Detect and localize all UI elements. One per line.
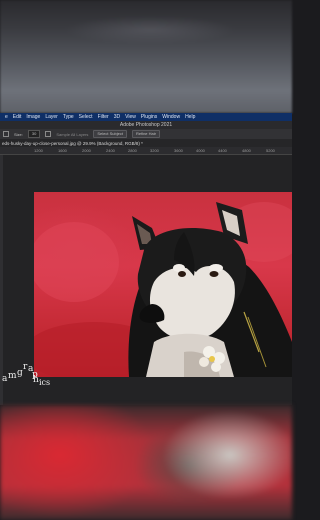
menu-item-file[interactable]: e	[5, 114, 8, 120]
select-subject-button[interactable]: Select Subject	[93, 130, 127, 138]
ruler-tick: 1200	[34, 148, 43, 153]
menu-item-help[interactable]: Help	[185, 114, 195, 120]
menu-item-edit[interactable]: Edit	[13, 114, 22, 120]
menu-item-layer[interactable]: Layer	[45, 114, 58, 120]
ruler-tick: 2400	[106, 148, 115, 153]
window-title: Adobe Photoshop 2021	[119, 122, 173, 128]
ruler-tick: 4400	[218, 148, 227, 153]
document-tab-label: eds-husky-day-up-close-personal.jpg @ 29…	[2, 140, 143, 146]
ruler-tick: 3600	[174, 148, 183, 153]
menu-item-window[interactable]: Window	[162, 114, 180, 120]
brush-icon[interactable]	[3, 131, 9, 137]
size-field[interactable]: 30	[27, 130, 41, 138]
options-bar: Size: 30 Sample All Layers Select Subjec…	[0, 129, 292, 139]
menu-bar: e Edit Image Layer Type Select Filter 3D…	[0, 113, 292, 121]
ruler-tick: 2800	[128, 148, 137, 153]
menu-item-3d[interactable]: 3D	[114, 114, 120, 120]
menu-item-select[interactable]: Select	[79, 114, 93, 120]
ruler-tick: 3200	[150, 148, 159, 153]
watermark-letter: m	[8, 371, 17, 381]
ruler-tick: 1600	[58, 148, 67, 153]
ruler-tick: 4000	[196, 148, 205, 153]
blurred-top-background	[0, 0, 292, 113]
angle-icon[interactable]	[45, 131, 52, 137]
window-title-bar: Adobe Photoshop 2021	[0, 121, 292, 129]
horizontal-ruler: 1200 1600 2000 2400 2800 3200 3600 4000 …	[0, 147, 292, 155]
menu-item-image[interactable]: Image	[26, 114, 40, 120]
refine-hair-button[interactable]: Refine Hair	[131, 130, 160, 138]
size-label: Size:	[14, 131, 23, 137]
document-canvas[interactable]	[34, 192, 292, 377]
menu-item-view[interactable]: View	[125, 114, 136, 120]
watermark-letter: h	[33, 375, 39, 385]
husky-photo	[34, 202, 292, 377]
menu-item-type[interactable]: Type	[63, 114, 74, 120]
watermark-letter: a	[2, 374, 8, 384]
menu-item-filter[interactable]: Filter	[98, 114, 109, 120]
watermark-letter: ics	[39, 378, 51, 387]
ruler-tick: 4800	[242, 148, 251, 153]
amgraphics-watermark: a m g r a p h ics	[2, 362, 62, 388]
watermark-letter: g	[17, 368, 23, 378]
ruler-tick: 5200	[266, 148, 275, 153]
menu-item-plugins[interactable]: Plugins	[141, 114, 157, 120]
ruler-tick: 2000	[82, 148, 91, 153]
sample-all-layers-checkbox[interactable]: Sample All Layers	[56, 132, 88, 137]
document-tab[interactable]: eds-husky-day-up-close-personal.jpg @ 29…	[0, 139, 292, 147]
watermark-letter: r	[23, 362, 28, 372]
blurred-bottom-background	[0, 405, 292, 520]
